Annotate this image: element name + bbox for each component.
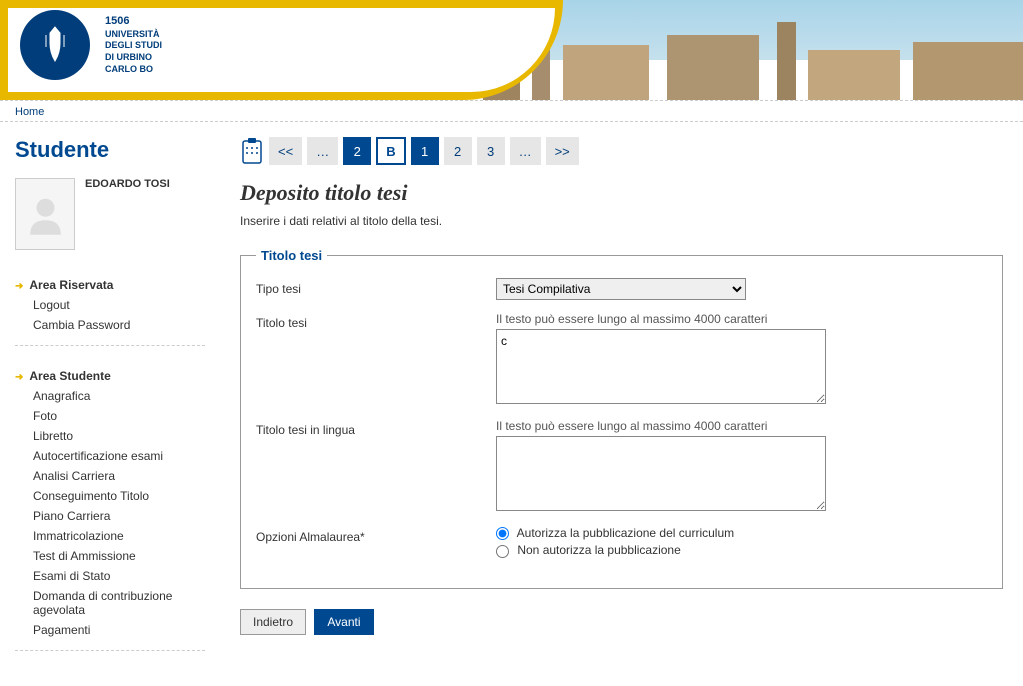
menu-area-studente: Area Studente Anagrafica Foto Libretto A… <box>15 366 205 651</box>
forward-button[interactable]: Avanti <box>314 609 373 635</box>
button-bar: Indietro Avanti <box>240 609 1003 635</box>
menu-area-riservata: Area Riservata Logout Cambia Password <box>15 275 205 346</box>
avatar-placeholder-icon <box>23 189 68 239</box>
menu-esami-stato[interactable]: Esami di Stato <box>15 566 205 586</box>
titolo-lingua-label: Titolo tesi in lingua <box>256 419 496 437</box>
university-logo: 1506 UNIVERSITÀ DEGLI STUDI DI URBINO CA… <box>20 10 162 80</box>
titolo-tesi-label: Titolo tesi <box>256 312 496 330</box>
wizard-step-1[interactable]: 1 <box>411 137 439 165</box>
page-header: 1506 UNIVERSITÀ DEGLI STUDI DI URBINO CA… <box>0 0 1023 100</box>
titolo-tesi-fieldset: Titolo tesi Tipo tesi Tesi Compilativa T… <box>240 248 1003 589</box>
avatar <box>15 178 75 250</box>
wizard-step-b[interactable]: B <box>376 137 405 165</box>
main-content: << … 2 B 1 2 3 … >> Deposito titolo tesi… <box>220 122 1023 686</box>
logo-text: 1506 UNIVERSITÀ DEGLI STUDI DI URBINO CA… <box>105 14 162 75</box>
tipo-tesi-label: Tipo tesi <box>256 278 496 296</box>
logo-line1: UNIVERSITÀ <box>105 29 162 41</box>
wizard-next-ellipsis[interactable]: … <box>510 137 541 165</box>
page-description: Inserire i dati relativi al titolo della… <box>240 214 1003 228</box>
sidebar: Studente EDOARDO TOSI Area Riservata Log… <box>0 122 220 686</box>
titolo-tesi-textarea[interactable] <box>496 329 826 404</box>
menu-logout[interactable]: Logout <box>15 295 205 315</box>
menu-immatricolazione[interactable]: Immatricolazione <box>15 526 205 546</box>
menu-header-area-riservata[interactable]: Area Riservata <box>15 275 205 295</box>
titolo-lingua-hint: Il testo può essere lungo al massimo 400… <box>496 419 836 433</box>
almalaurea-opt2-label[interactable]: Non autorizza la pubblicazione <box>496 543 836 557</box>
almalaurea-label: Opzioni Almalaurea* <box>256 526 496 544</box>
breadcrumb: Home <box>0 100 1023 122</box>
wizard-steps: << … 2 B 1 2 3 … >> <box>240 137 1003 165</box>
logo-year: 1506 <box>105 14 162 28</box>
page-title: Deposito titolo tesi <box>240 180 1003 206</box>
menu-autocertificazione[interactable]: Autocertificazione esami <box>15 446 205 466</box>
menu-piano-carriera[interactable]: Piano Carriera <box>15 506 205 526</box>
user-box: EDOARDO TOSI <box>15 178 205 250</box>
menu-conseguimento-titolo[interactable]: Conseguimento Titolo <box>15 486 205 506</box>
nav-home[interactable]: Home <box>15 106 44 118</box>
menu-test-ammissione[interactable]: Test di Ammissione <box>15 546 205 566</box>
almalaurea-opt1-radio[interactable] <box>496 527 509 540</box>
almalaurea-opt1-text: Autorizza la pubblicazione del curriculu… <box>517 526 734 540</box>
logo-line3: DI URBINO <box>105 52 162 64</box>
wizard-step-2[interactable]: 2 <box>343 137 371 165</box>
back-button[interactable]: Indietro <box>240 609 306 635</box>
almalaurea-opt1-label[interactable]: Autorizza la pubblicazione del curriculu… <box>496 526 836 540</box>
fieldset-legend: Titolo tesi <box>256 248 327 263</box>
logo-line4: CARLO BO <box>105 64 162 76</box>
wizard-step-2b[interactable]: 2 <box>444 137 472 165</box>
menu-libretto[interactable]: Libretto <box>15 426 205 446</box>
wizard-first[interactable]: << <box>269 137 302 165</box>
user-name: EDOARDO TOSI <box>85 178 170 250</box>
wizard-step-3[interactable]: 3 <box>477 137 505 165</box>
logo-seal-icon <box>20 10 90 80</box>
menu-foto[interactable]: Foto <box>15 406 205 426</box>
menu-contribuzione[interactable]: Domanda di contribuzione agevolata <box>15 586 205 620</box>
wizard-last[interactable]: >> <box>546 137 579 165</box>
wizard-prev-ellipsis[interactable]: … <box>307 137 338 165</box>
menu-cambia-password[interactable]: Cambia Password <box>15 315 205 335</box>
menu-pagamenti[interactable]: Pagamenti <box>15 620 205 640</box>
titolo-tesi-hint: Il testo può essere lungo al massimo 400… <box>496 312 836 326</box>
sidebar-title: Studente <box>15 137 205 163</box>
logo-line2: DEGLI STUDI <box>105 40 162 52</box>
tipo-tesi-select[interactable]: Tesi Compilativa <box>496 278 746 300</box>
clipboard-icon <box>240 137 264 165</box>
menu-header-area-studente[interactable]: Area Studente <box>15 366 205 386</box>
menu-anagrafica[interactable]: Anagrafica <box>15 386 205 406</box>
almalaurea-opt2-text: Non autorizza la pubblicazione <box>517 543 680 557</box>
titolo-lingua-textarea[interactable] <box>496 436 826 511</box>
menu-analisi-carriera[interactable]: Analisi Carriera <box>15 466 205 486</box>
almalaurea-opt2-radio[interactable] <box>496 545 509 558</box>
